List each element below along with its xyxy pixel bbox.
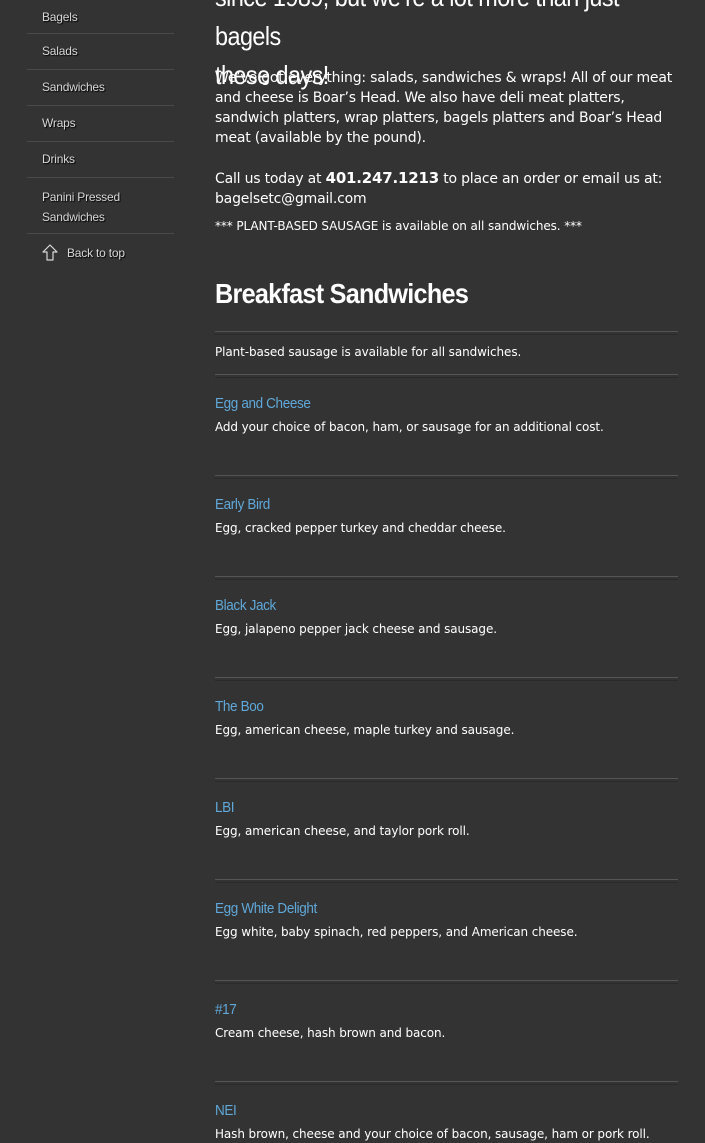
menu-item-desc: Egg white, baby spinach, red peppers, an… (215, 925, 578, 939)
menu-item-name[interactable]: Egg and Cheese (215, 394, 632, 414)
menu-item: Egg White Delight Egg white, baby spinac… (215, 899, 678, 941)
menu-item: LBI Egg, american cheese, and taylor por… (215, 798, 678, 840)
sidebar-item-sandwiches[interactable]: Sandwiches (27, 70, 174, 106)
phone-number: 401.247.1213 (325, 169, 440, 187)
plant-note: Plant-based sausage is available for all… (215, 345, 522, 359)
menu-item-desc: Egg, american cheese, maple turkey and s… (215, 723, 515, 737)
menu-item-desc: Egg, american cheese, and taylor pork ro… (215, 824, 470, 838)
divider (215, 778, 678, 782)
divider (215, 677, 678, 681)
section-title: Breakfast Sandwiches (215, 278, 469, 309)
divider (215, 980, 678, 984)
divider (215, 475, 678, 479)
menu-item-desc: Add your choice of bacon, ham, or sausag… (215, 420, 604, 434)
menu-item: Egg and Cheese Add your choice of bacon,… (215, 394, 678, 436)
plant-based-notice: *** PLANT-BASED SAUSAGE is available on … (215, 219, 582, 233)
menu-item-desc: Egg, jalapeno pepper jack cheese and sau… (215, 622, 497, 636)
divider (215, 576, 678, 580)
section-divider (215, 331, 678, 335)
sidebar-item-panini[interactable]: Panini Pressed Sandwiches (27, 178, 174, 234)
menu-item: The Boo Egg, american cheese, maple turk… (215, 697, 678, 739)
back-to-top-link[interactable]: Back to top (41, 243, 125, 263)
menu-item-desc: Hash brown, cheese and your choice of ba… (215, 1127, 650, 1141)
menu-item: Early Bird Egg, cracked pepper turkey an… (215, 495, 678, 537)
divider (215, 1081, 678, 1085)
sidebar-item-salads[interactable]: Salads (27, 34, 174, 70)
menu-item-desc: Egg, cracked pepper turkey and cheddar c… (215, 521, 506, 535)
menu-item: #17 Cream cheese, hash brown and bacon. (215, 1000, 678, 1042)
sidebar-item-bagels[interactable]: Bagels (27, 0, 174, 34)
menu-item-name[interactable]: Early Bird (215, 495, 632, 515)
menu-item-name[interactable]: Black Jack (215, 596, 632, 616)
divider (215, 374, 678, 378)
menu-item-name[interactable]: LBI (215, 798, 632, 818)
sidebar-nav: Bagels Salads Sandwiches Wraps Drinks Pa… (27, 0, 174, 261)
intro-paragraph: We’ve got everything: salads, sandwiches… (215, 70, 672, 146)
menu-item: NEI Hash brown, cheese and your choice o… (215, 1101, 678, 1143)
sidebar-item-wraps[interactable]: Wraps (27, 106, 174, 142)
call-paragraph: Call us today at 401.247.1213 to place a… (215, 168, 678, 209)
menu-item-name[interactable]: The Boo (215, 697, 632, 717)
back-to-top-label: Back to top (67, 246, 125, 260)
menu-item: Black Jack Egg, jalapeno pepper jack che… (215, 596, 678, 638)
menu-item-name[interactable]: Egg White Delight (215, 899, 632, 919)
menu-item-desc: Cream cheese, hash brown and bacon. (215, 1026, 446, 1040)
menu-item-name[interactable]: #17 (215, 1000, 632, 1020)
arrow-up-outline-icon (42, 244, 58, 261)
sidebar-item-drinks[interactable]: Drinks (27, 142, 174, 178)
menu-item-name[interactable]: NEI (215, 1101, 632, 1121)
divider (215, 879, 678, 883)
call-prefix: Call us today at (215, 171, 326, 187)
